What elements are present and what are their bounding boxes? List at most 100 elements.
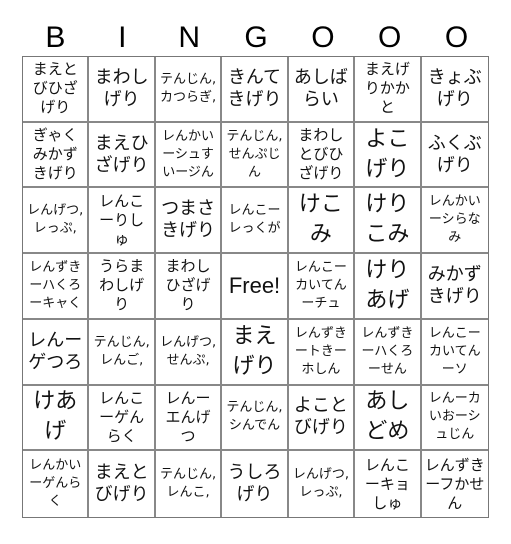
bingo-cell-text: レんこーカいてんーチュ bbox=[294, 259, 347, 311]
bingo-cell-text: よことびげり bbox=[293, 395, 348, 439]
bingo-cell[interactable]: あしどめ bbox=[355, 385, 422, 452]
bingo-cell-text: きんてきげり bbox=[227, 66, 282, 110]
bingo-cell-text: レんこーレっくが bbox=[228, 203, 281, 237]
bingo-cell[interactable]: レんげつ, せんぷ, bbox=[155, 319, 223, 386]
bingo-cell[interactable]: よこげり bbox=[355, 122, 422, 189]
bingo-cell[interactable]: うしろげり bbox=[222, 451, 289, 517]
bingo-cell-text: テんじん, カつらぎ, bbox=[159, 71, 217, 105]
bingo-cell[interactable]: テんじん, せんぷじん bbox=[222, 122, 289, 189]
bingo-cell[interactable]: あしばらい bbox=[288, 57, 356, 123]
bingo-cell[interactable]: テんじん, レんこ, bbox=[156, 451, 223, 517]
bingo-cell-text: テんじん, シんでん bbox=[226, 400, 283, 434]
bingo-cell-text: レんげつ, レっぷ, bbox=[27, 203, 84, 237]
bingo-cell-text: あしどめ bbox=[365, 389, 410, 445]
bingo-cell[interactable]: ふくぶげり bbox=[421, 123, 488, 189]
bingo-cell-text: ふくぶげり bbox=[427, 132, 482, 176]
bingo-cell[interactable]: まえとびげり bbox=[89, 451, 156, 517]
bingo-cell-text: レんーエんげつ bbox=[165, 388, 211, 445]
bingo-cell[interactable]: レんずきーハくろーキャく bbox=[23, 254, 90, 320]
bingo-cell[interactable]: レんずきーハくろーせん bbox=[355, 319, 422, 386]
bingo-cell-text: まえとびひざげり bbox=[32, 60, 78, 117]
bingo-cell[interactable]: レんこーゲんらく bbox=[89, 385, 156, 452]
header-letter: O bbox=[378, 21, 402, 54]
bingo-cell[interactable]: レんかいーシらなみ bbox=[421, 188, 488, 255]
bingo-cell-text: まえとびげり bbox=[94, 462, 149, 506]
bingo-cell[interactable]: まえとびひざげり bbox=[23, 57, 90, 123]
bingo-cell[interactable]: レんずきートきーホしん bbox=[288, 319, 356, 386]
bingo-cell-text: レんげつ, レっぷ, bbox=[292, 467, 349, 501]
bingo-cell-text: けりこみ bbox=[365, 192, 410, 248]
bingo-cell[interactable]: レんこーレっくが bbox=[222, 188, 289, 255]
bingo-cell-text: Free! bbox=[228, 272, 281, 298]
bingo-cell[interactable]: きんてきげり bbox=[222, 57, 289, 123]
bingo-cell[interactable]: まわしとびひざげり bbox=[288, 122, 356, 189]
bingo-cell-free[interactable]: Free! bbox=[222, 254, 289, 320]
bingo-cell[interactable]: きょぶげり bbox=[421, 57, 488, 123]
bingo-cell[interactable]: みかずきげり bbox=[421, 254, 488, 320]
header-letter: B bbox=[45, 21, 66, 54]
header-letter: O bbox=[444, 21, 469, 54]
bingo-cell-text: レんこーゲんらく bbox=[99, 388, 145, 445]
bingo-cell-text: レんげつ, せんぷ, bbox=[159, 334, 217, 368]
bingo-cell-text: レんかいーゲんらく bbox=[29, 458, 82, 510]
bingo-cell-text: ぎゃくみかずきげり bbox=[32, 126, 78, 183]
bingo-cell[interactable]: テんじん, レんご, bbox=[89, 319, 156, 386]
bingo-cell[interactable]: レんーカいおーシュじん bbox=[421, 386, 488, 452]
bingo-cell[interactable]: レんーゲつろ bbox=[23, 319, 90, 386]
header-letter: O bbox=[311, 21, 335, 54]
bingo-cell-text: レんずきーハくろーせん bbox=[361, 325, 414, 377]
bingo-cell-text: まわしひざげり bbox=[165, 257, 211, 314]
bingo-grid: まえとびひざげり まわしげり テんじん, カつらぎ, きんてきげり あしばらい まえげりか… bbox=[22, 56, 489, 518]
bingo-cell-text: レんこーカいてんーソ bbox=[428, 325, 481, 377]
bingo-cell-text: きょぶげり bbox=[427, 66, 482, 110]
bingo-cell[interactable]: けりあげ bbox=[355, 254, 422, 320]
bingo-cell-text: テんじん, せんぷじん bbox=[226, 128, 283, 180]
bingo-cell[interactable]: レんかいーゲんらく bbox=[23, 451, 90, 517]
bingo-cell[interactable]: レんこーカいてんーチュ bbox=[288, 254, 356, 320]
bingo-cell-text: けりあげ bbox=[365, 257, 410, 313]
bingo-cell[interactable]: けあげ bbox=[23, 385, 90, 452]
bingo-cell[interactable]: レんこーりしゅ bbox=[89, 188, 156, 255]
bingo-cell[interactable]: まわしげり bbox=[89, 57, 156, 123]
header-letter: G bbox=[244, 21, 268, 54]
bingo-cell[interactable]: レんげつ, レっぷ, bbox=[289, 451, 356, 517]
bingo-cell-text: レんずきーフかせん bbox=[424, 455, 485, 512]
header-letter: N bbox=[178, 21, 200, 54]
bingo-cell-text: よこげり bbox=[365, 126, 410, 182]
bingo-cell[interactable]: まわしひざげり bbox=[155, 254, 223, 320]
bingo-cell-text: テんじん, レんこ, bbox=[159, 467, 217, 501]
bingo-cell-text: けあげ bbox=[33, 389, 78, 445]
bingo-cell[interactable]: よことびげり bbox=[288, 385, 356, 452]
bingo-header: B I N G O O O bbox=[22, 20, 490, 56]
bingo-cell[interactable]: レんかいーシュすいージん bbox=[155, 122, 223, 189]
bingo-cell-text: レんこーりしゅ bbox=[99, 191, 145, 248]
bingo-cell[interactable]: レんこーキョしゅ bbox=[355, 451, 422, 517]
bingo-cell-text: あしばらい bbox=[293, 66, 348, 110]
bingo-cell-text: レんこーキョしゅ bbox=[364, 455, 410, 512]
bingo-cell[interactable]: まえげりかかと bbox=[355, 57, 422, 123]
bingo-cell[interactable]: ぎゃくみかずきげり bbox=[23, 122, 90, 189]
bingo-cell[interactable]: レんずきーフかせん bbox=[422, 451, 488, 517]
bingo-cell[interactable]: レんげつ, レっぷ, bbox=[23, 188, 90, 255]
bingo-cell[interactable]: レんこーカいてんーソ bbox=[421, 320, 488, 386]
bingo-cell[interactable]: テんじん, カつらぎ, bbox=[155, 57, 223, 123]
bingo-cell-text: まえげりかかと bbox=[364, 60, 410, 117]
bingo-cell[interactable]: うらまわしげり bbox=[89, 254, 156, 320]
bingo-cell[interactable]: まえひざげり bbox=[89, 122, 156, 189]
bingo-cell-text: レんずきートきーホしん bbox=[294, 325, 347, 377]
bingo-cell[interactable]: けりこみ bbox=[355, 188, 422, 255]
header-letter: I bbox=[118, 21, 127, 54]
bingo-cell-text: みかずきげり bbox=[427, 263, 482, 307]
bingo-cell-text: うしろげり bbox=[227, 462, 282, 506]
bingo-cell[interactable]: テんじん, シんでん bbox=[222, 385, 289, 452]
bingo-cell-text: うらまわしげり bbox=[99, 257, 145, 314]
bingo-cell[interactable]: つまさきげり bbox=[155, 188, 223, 255]
bingo-cell-text: レんーゲつろ bbox=[28, 329, 83, 373]
bingo-cell[interactable]: けこみ bbox=[288, 188, 356, 255]
bingo-cell-text: つまさきげり bbox=[161, 198, 216, 242]
bingo-cell[interactable]: まえげり bbox=[222, 319, 289, 386]
bingo-cell-text: まえひざげり bbox=[94, 132, 149, 176]
bingo-cell-text: テんじん, レんご, bbox=[93, 334, 150, 368]
bingo-cell[interactable]: レんーエんげつ bbox=[155, 385, 223, 452]
bingo-cell-text: まわしとびひざげり bbox=[298, 126, 344, 183]
